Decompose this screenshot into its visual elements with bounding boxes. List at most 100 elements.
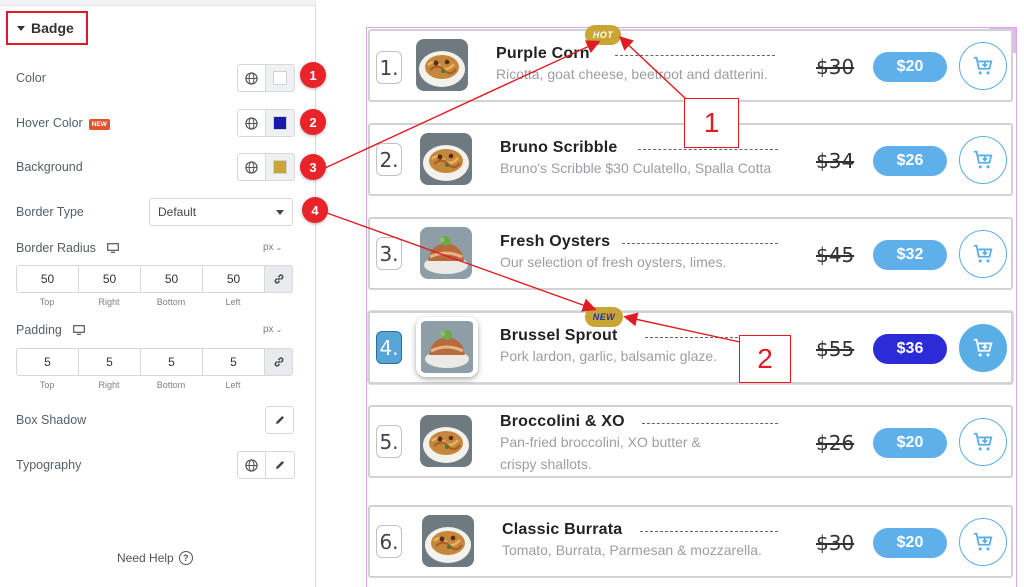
pencil-icon (275, 416, 284, 424)
color-picker-button[interactable] (266, 64, 295, 92)
add-to-cart-button[interactable] (959, 42, 1007, 90)
item-number: 4. (376, 331, 402, 364)
item-thumbnail (416, 317, 478, 377)
item-description: Our selection of fresh oysters, limes. (500, 254, 727, 270)
cart-icon (973, 338, 993, 357)
menu-item: 1. Purple Corn Ricotta, goat cheese, beet… (368, 29, 1013, 102)
item-title: Classic Burrata (502, 521, 623, 538)
title-leader-line (622, 243, 778, 244)
padding-unit-select[interactable]: px ⌄ (263, 324, 282, 335)
side-label-top: Top (39, 297, 55, 307)
link-icon (274, 357, 283, 367)
globe-icon (245, 160, 258, 174)
radius-right-input[interactable]: 50 (78, 265, 140, 293)
desktop-icon[interactable] (107, 243, 120, 253)
item-price: $32 (873, 240, 947, 270)
radius-side-labels: Top Right Bottom Left (16, 297, 264, 307)
need-help-link[interactable]: Need Help ? (117, 551, 193, 565)
link-values-button[interactable] (264, 348, 293, 376)
cart-icon (973, 56, 993, 75)
dessert-image (421, 321, 473, 373)
menu-item: 3. Fresh Oysters Our selection of fresh o… (368, 217, 1013, 290)
background-label: Background (16, 160, 83, 174)
color-label: Color (16, 71, 46, 85)
padding-text: Padding (16, 323, 62, 337)
global-hover-color-button[interactable] (237, 109, 266, 137)
padding-inputs: 5 5 5 5 (16, 348, 293, 376)
globe-icon (245, 458, 258, 472)
item-price: $20 (873, 528, 947, 558)
padding-left-input[interactable]: 5 (202, 348, 264, 376)
radius-left-input[interactable]: 50 (202, 265, 264, 293)
add-to-cart-button[interactable] (959, 136, 1007, 184)
new-badge: NEW (585, 307, 623, 327)
unit-label: px (263, 242, 274, 253)
box-shadow-edit-button[interactable] (265, 406, 294, 434)
border-radius-inputs: 50 50 50 50 (16, 265, 293, 293)
callout-box-2: 2 (739, 335, 791, 383)
new-tag: NEW (88, 119, 110, 130)
badge-section-header[interactable]: Badge (6, 11, 88, 45)
add-to-cart-button[interactable] (959, 230, 1007, 278)
add-to-cart-button[interactable] (959, 518, 1007, 566)
pencil-icon (276, 461, 284, 469)
title-leader-line (638, 149, 778, 150)
color-swatch (273, 71, 287, 85)
side-label-bottom: Bottom (156, 380, 186, 390)
item-number: 3. (376, 237, 402, 270)
title-leader-line (640, 531, 778, 532)
typography-edit-button[interactable] (266, 451, 295, 479)
cart-icon (973, 150, 993, 169)
padding-right-input[interactable]: 5 (78, 348, 140, 376)
item-number: 5. (376, 425, 402, 458)
side-label-right: Right (98, 297, 120, 307)
background-picker-button[interactable] (266, 153, 295, 181)
menu-item: 5. Broccolini & XO Pan-fried broccolini, … (368, 405, 1013, 478)
padding-side-labels: Top Right Bottom Left (16, 380, 264, 390)
item-number: 6. (376, 525, 402, 558)
padding-label: Padding (16, 323, 86, 337)
global-color-button[interactable] (237, 64, 266, 92)
title-leader-line (642, 423, 778, 424)
item-old-price: $45 (816, 243, 855, 267)
padding-bottom-input[interactable]: 5 (140, 348, 202, 376)
add-to-cart-button[interactable] (959, 418, 1007, 466)
chevron-down-icon: ⌄ (275, 243, 283, 252)
item-description: Tomato, Burrata, Parmesan & mozzarella. (502, 542, 762, 558)
side-label-bottom: Bottom (156, 297, 186, 307)
cart-icon (973, 244, 993, 263)
globe-icon (245, 116, 258, 130)
border-radius-text: Border Radius (16, 241, 96, 255)
item-price: $20 (873, 52, 947, 82)
side-label-top: Top (39, 380, 55, 390)
item-old-price: $30 (816, 531, 855, 555)
border-radius-unit-select[interactable]: px ⌄ (263, 242, 282, 253)
item-price: $26 (873, 146, 947, 176)
section-title: Badge (31, 20, 74, 36)
item-title: Fresh Oysters (500, 233, 611, 250)
item-number: 1. (376, 51, 402, 84)
border-type-select[interactable]: Default (149, 198, 293, 226)
global-typography-button[interactable] (237, 451, 266, 479)
panel-top-divider (0, 0, 316, 6)
desktop-icon[interactable] (73, 325, 86, 335)
need-help-text: Need Help (117, 551, 174, 565)
item-description: Pork lardon, garlic, balsamic glaze. (500, 348, 718, 364)
link-values-button[interactable] (264, 265, 293, 293)
border-type-value: Default (158, 205, 197, 219)
unit-label: px (263, 324, 274, 335)
item-old-price: $26 (816, 431, 855, 455)
pasta-image (416, 39, 468, 91)
radius-bottom-input[interactable]: 50 (140, 265, 202, 293)
radius-top-input[interactable]: 50 (16, 265, 78, 293)
hover-color-picker-button[interactable] (266, 109, 295, 137)
item-price: $20 (873, 428, 947, 458)
hover-color-text: Hover Color (16, 116, 83, 130)
pasta-image (420, 415, 472, 467)
item-title: Bruno Scribble (500, 139, 618, 156)
hover-color-swatch (273, 116, 287, 130)
padding-top-input[interactable]: 5 (16, 348, 78, 376)
hot-badge: HOT (585, 25, 621, 45)
global-background-button[interactable] (237, 153, 266, 181)
add-to-cart-button[interactable] (959, 324, 1007, 372)
